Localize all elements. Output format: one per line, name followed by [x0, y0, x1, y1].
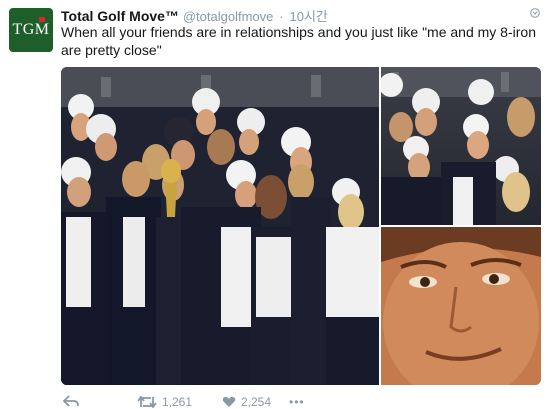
user-handle[interactable]: @totalgolfmove [183, 9, 274, 24]
display-name[interactable]: Total Golf Move™ [61, 8, 179, 24]
timestamp[interactable]: 10시간 [290, 9, 328, 24]
retweet-count: 1,261 [162, 395, 193, 409]
action-bar: 1,261 2,254 ••• [61, 395, 361, 409]
like-button[interactable]: 2,254 [222, 395, 271, 409]
separator: · [279, 9, 284, 24]
tweet: TGM Total Golf Move™ @totalgolfmove · 10… [0, 0, 550, 409]
more-button[interactable]: ••• [289, 395, 305, 409]
photo-crowd[interactable] [379, 67, 541, 225]
more-icon: ••• [289, 395, 305, 409]
media-grid [61, 67, 541, 385]
like-count: 2,254 [241, 395, 272, 409]
photo-crowd-illustration [379, 67, 541, 225]
photo-group[interactable] [61, 67, 379, 385]
photo-face-illustration [381, 227, 541, 385]
chevron-down-icon[interactable] [530, 8, 540, 18]
flag-icon [39, 17, 45, 22]
reply-icon [63, 395, 79, 407]
avatar[interactable]: TGM [9, 8, 53, 52]
photo-group-illustration [61, 67, 379, 385]
photo-face-closeup[interactable] [381, 227, 541, 385]
avatar-logo-text: TGM [12, 21, 50, 38]
retweet-icon [137, 396, 157, 408]
tweet-text: When all your friends are in relationshi… [61, 24, 536, 58]
heart-icon [222, 396, 236, 408]
reply-button[interactable] [63, 395, 79, 407]
retweet-button[interactable]: 1,261 [137, 395, 192, 409]
